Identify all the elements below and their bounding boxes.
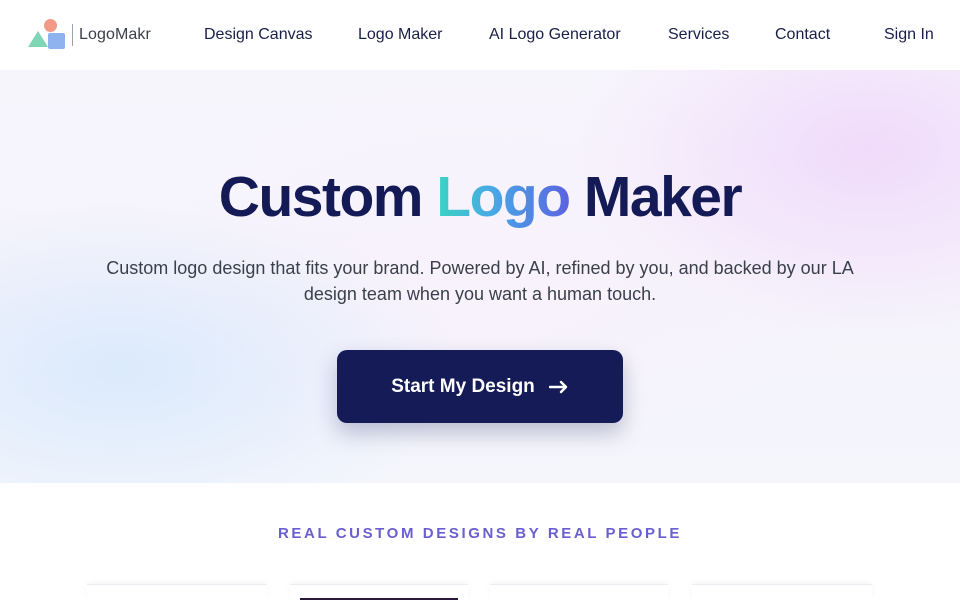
design-card[interactable] [692, 584, 872, 600]
nav-item-contact[interactable]: Contact [775, 25, 830, 45]
design-card[interactable] [290, 584, 468, 600]
hero-section: Custom Logo Maker Custom logo design tha… [0, 70, 960, 483]
logo-text: LogoMakr [79, 26, 151, 43]
hero-title-part1: Custom [218, 165, 437, 229]
nav-item-ai-logo-generator[interactable]: AI Logo Generator [489, 25, 621, 45]
section-heading: REAL CUSTOM DESIGNS BY REAL PEOPLE [277, 525, 682, 542]
site-header: LogoMakr Design Canvas Logo Maker AI Log… [0, 0, 960, 70]
hero-title-part2: Maker [569, 165, 743, 229]
cta-label: Start My Design [391, 375, 535, 397]
nav-item-services[interactable]: Services [668, 25, 729, 45]
sign-in-link[interactable]: Sign In [884, 25, 934, 45]
logomakr-shapes-icon [28, 18, 66, 52]
hero-title: Custom Logo Maker [0, 164, 960, 230]
logo-divider [72, 24, 73, 46]
hero-subtitle: Custom logo design that fits your brand.… [106, 258, 854, 304]
nav-item-logo-maker[interactable]: Logo Maker [358, 25, 443, 45]
start-my-design-button[interactable]: Start My Design [337, 350, 623, 423]
arrow-right-icon [548, 380, 569, 394]
hero-title-accent: Logo [436, 165, 571, 229]
design-card[interactable] [490, 584, 668, 600]
logo-link[interactable]: LogoMakr [28, 17, 151, 53]
design-card[interactable] [87, 584, 267, 600]
nav-item-design-canvas[interactable]: Design Canvas [204, 25, 313, 45]
design-cards-row [0, 584, 960, 600]
